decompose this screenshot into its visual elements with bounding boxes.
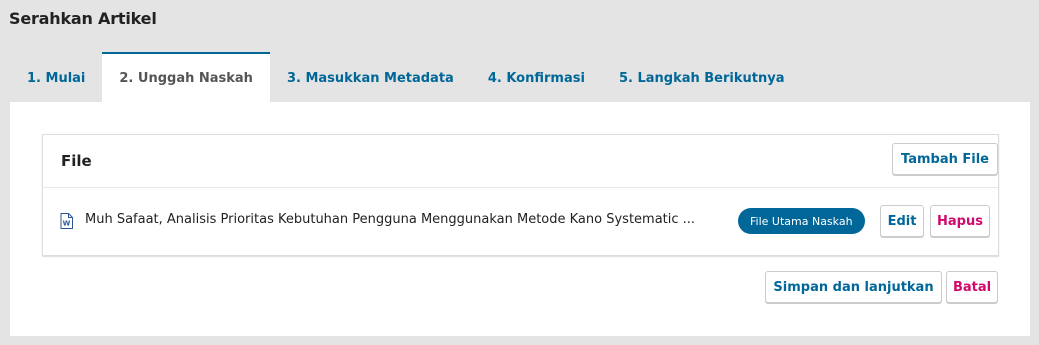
- file-name-link[interactable]: Muh Safaat, Analisis Prioritas Kebutuhan…: [85, 212, 695, 227]
- file-row: W Muh Safaat, Analisis Prioritas Kebutuh…: [43, 188, 998, 256]
- tab-konfirmasi[interactable]: 4. Konfirmasi: [471, 52, 602, 102]
- wizard-tabs: 1. Mulai 2. Unggah Naskah 3. Masukkan Me…: [10, 52, 801, 102]
- svg-text:W: W: [63, 220, 71, 228]
- tab-masukkan-metadata[interactable]: 3. Masukkan Metadata: [270, 52, 471, 102]
- files-grid-header: File Tambah File: [43, 135, 998, 188]
- tab-unggah-naskah[interactable]: 2. Unggah Naskah: [102, 52, 270, 102]
- save-continue-button[interactable]: Simpan dan lanjutkan: [765, 271, 942, 303]
- file-type-badge[interactable]: File Utama Naskah: [738, 208, 865, 234]
- files-grid: File Tambah File W Muh Safaat, Analisis …: [42, 134, 999, 256]
- edit-file-button[interactable]: Edit: [880, 205, 924, 237]
- submission-page: Serahkan Artikel 1. Mulai 2. Unggah Nask…: [0, 0, 1039, 345]
- page-title: Serahkan Artikel: [9, 9, 157, 28]
- tab-langkah-berikutnya[interactable]: 5. Langkah Berikutnya: [602, 52, 802, 102]
- word-document-icon: W: [60, 213, 73, 229]
- files-grid-title: File: [61, 152, 92, 170]
- delete-file-button[interactable]: Hapus: [930, 205, 990, 237]
- cancel-button[interactable]: Batal: [946, 271, 998, 303]
- tab-mulai[interactable]: 1. Mulai: [10, 52, 102, 102]
- add-file-button[interactable]: Tambah File: [892, 143, 998, 175]
- tab-panel: File Tambah File W Muh Safaat, Analisis …: [10, 102, 1030, 336]
